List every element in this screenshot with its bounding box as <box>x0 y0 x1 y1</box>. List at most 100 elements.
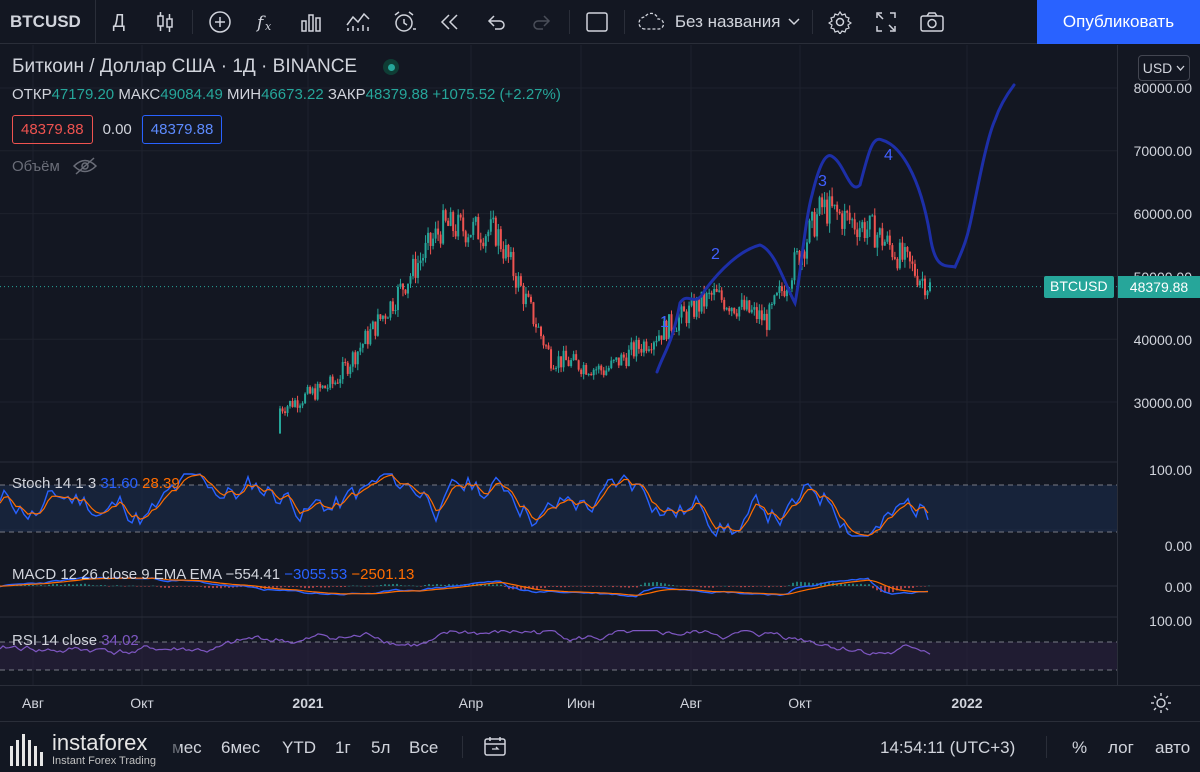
stoch-legend[interactable]: Stoch 14 1 3 31.60 28.39 <box>12 475 180 492</box>
macd-histogram-bar <box>48 584 50 586</box>
macd-label: MACD 12 26 close 9 EMA EMA <box>12 566 222 583</box>
toolbar-divider <box>623 9 625 34</box>
time-axis[interactable]: Авг Окт 2021 Апр Июн Авг Окт 2022 <box>0 685 1200 721</box>
buy-button[interactable]: 48379.88 <box>141 115 223 144</box>
percent-toggle[interactable]: % <box>1072 738 1087 758</box>
macd-histogram-bar <box>744 586 746 588</box>
candle-body <box>607 368 610 371</box>
macd-legend[interactable]: MACD 12 26 close 9 EMA EMA −554.41 −3055… <box>12 566 414 583</box>
range-all[interactable]: Все <box>409 738 438 758</box>
instaforex-watermark: instaforex Instant Forex Trading <box>0 727 180 772</box>
macd-histogram-bar <box>160 586 162 588</box>
time-axis-settings-icon[interactable] <box>1150 692 1172 714</box>
candle-body <box>590 373 593 376</box>
macd-histogram-bar <box>432 584 434 586</box>
interval-button[interactable]: Д <box>96 0 142 44</box>
redo-icon[interactable] <box>519 0 565 44</box>
range-5y[interactable]: 5л <box>371 738 390 758</box>
price-scale[interactable]: 80000.00 70000.00 60000.00 50000.00 4000… <box>1117 45 1200 685</box>
candle-body <box>457 214 460 237</box>
macd-histogram-bar <box>412 585 414 587</box>
date-range-icon[interactable] <box>483 736 509 758</box>
camera-icon[interactable] <box>909 0 955 44</box>
publish-button[interactable]: Опубликовать <box>1037 0 1200 44</box>
candle-body <box>821 197 824 208</box>
auto-toggle[interactable]: авто <box>1155 738 1190 758</box>
range-ytd[interactable]: YTD <box>282 738 316 758</box>
symbol-search[interactable]: BTCUSD <box>0 0 96 44</box>
macd-histogram-bar <box>128 585 130 587</box>
wave-label-4: 4 <box>884 147 893 164</box>
candle-body <box>502 249 505 259</box>
candle-body <box>351 352 354 367</box>
candle-body <box>913 263 916 276</box>
price-tick: 40000.00 <box>1133 332 1192 348</box>
candle-body <box>858 228 861 238</box>
macd-histogram-bar <box>144 586 146 587</box>
macd-histogram-bar <box>796 581 798 586</box>
replay-icon[interactable] <box>427 0 473 44</box>
macd-histogram-bar <box>200 586 202 587</box>
fullscreen-icon[interactable] <box>863 0 909 44</box>
eye-hidden-icon[interactable] <box>72 157 98 175</box>
candle-body <box>311 388 314 394</box>
candle-body <box>863 222 866 239</box>
macd-histogram-bar <box>440 584 442 586</box>
symbol-legend[interactable]: Биткоин / Доллар США · 1Д · BINANCE <box>12 56 400 78</box>
indicator-templates-icon[interactable] <box>335 0 381 44</box>
candle-body <box>595 369 598 371</box>
gear-icon[interactable] <box>817 0 863 44</box>
volume-legend[interactable]: Объём <box>12 157 98 175</box>
fullscreen-layout-icon[interactable] <box>574 0 620 44</box>
templates-icon[interactable] <box>289 0 335 44</box>
undo-icon[interactable] <box>473 0 519 44</box>
candle-body <box>366 330 369 345</box>
candle-body <box>354 352 357 365</box>
indicators-icon[interactable]: fx <box>243 0 289 44</box>
macd-histogram-bar <box>80 583 82 586</box>
candle-body <box>341 361 344 380</box>
watermark-tagline: Instant Forex Trading <box>52 755 156 767</box>
macd-histogram-bar <box>504 586 506 587</box>
market-status-icon <box>383 59 400 75</box>
sell-button[interactable]: 48379.88 <box>12 115 93 144</box>
candle-body <box>627 349 630 366</box>
candle-body <box>725 308 728 310</box>
currency-select[interactable]: USD <box>1138 55 1190 81</box>
macd-histogram-bar <box>176 586 178 587</box>
candle-body <box>376 314 379 336</box>
chevron-down-icon <box>1176 65 1185 71</box>
add-compare-icon[interactable] <box>197 0 243 44</box>
macd-histogram-bar <box>756 586 758 587</box>
candle-body <box>718 290 721 292</box>
log-toggle[interactable]: лог <box>1108 738 1134 758</box>
candle-body <box>688 305 691 324</box>
macd-histogram-bar <box>908 586 910 589</box>
macd-histogram-bar <box>212 586 214 589</box>
candle-body <box>896 258 899 269</box>
candle-body <box>823 199 826 208</box>
range-6m[interactable]: 6мес <box>221 738 260 758</box>
macd-histogram-bar <box>276 586 278 588</box>
macd-histogram-bar <box>280 586 282 588</box>
candle-body <box>281 408 284 412</box>
macd-histogram-bar <box>416 585 418 587</box>
candle-body <box>851 219 854 221</box>
candle-body <box>329 376 332 388</box>
clock[interactable]: 14:54:11 (UTC+3) <box>880 738 1015 758</box>
alert-icon[interactable] <box>381 0 427 44</box>
layout-menu[interactable]: Без названия <box>629 0 809 44</box>
range-1y[interactable]: 1г <box>335 738 351 758</box>
candle-body <box>893 257 896 259</box>
macd-histogram-bar <box>384 584 386 586</box>
rsi-legend[interactable]: RSI 14 close 34.02 <box>12 632 139 649</box>
macd-histogram-bar <box>792 582 794 586</box>
candles-icon[interactable] <box>142 0 188 44</box>
candle-body <box>838 211 841 214</box>
bottom-divider <box>462 736 463 758</box>
candle-body <box>833 204 836 207</box>
macd-histogram-bar <box>708 586 710 588</box>
macd-histogram-bar <box>360 585 362 587</box>
candle-body <box>432 238 435 246</box>
candle-body <box>647 349 650 351</box>
